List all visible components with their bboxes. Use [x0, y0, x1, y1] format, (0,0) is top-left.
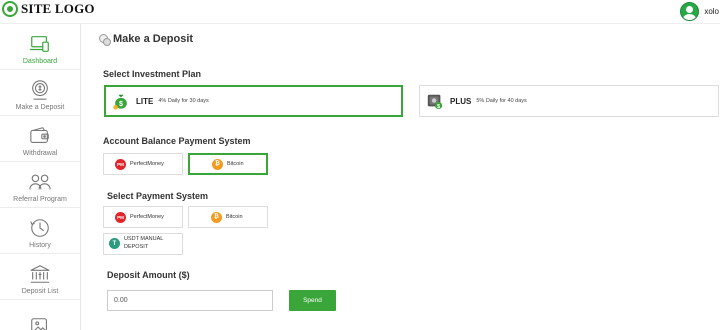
sidebar-item-referral-program[interactable]: Referral Program — [0, 162, 80, 208]
sidebar-item-dashboard[interactable]: Dashboard — [0, 24, 80, 70]
sidebar-item-withdrawal[interactable]: Withdrawal — [0, 116, 80, 162]
main-content: Make a Deposit Select Investment Plan $ … — [82, 24, 720, 330]
logo-mark-icon — [2, 1, 18, 17]
sidebar-item-label: Deposit List — [21, 288, 59, 295]
clock-icon — [29, 217, 51, 239]
sidebar-item-deposit-list[interactable]: Deposit List — [0, 254, 80, 300]
coins-icon — [99, 33, 111, 46]
logo-text: SITE LOGO — [21, 1, 95, 16]
svg-text:$: $ — [119, 99, 123, 108]
svg-text:$: $ — [437, 104, 440, 110]
sidebar-item-history[interactable]: History — [0, 208, 80, 254]
balance-option-bitcoin[interactable]: ₿ Bitcoin — [188, 153, 268, 175]
sidebar-item-label: Withdrawal — [22, 150, 58, 157]
user-menu[interactable]: xolo — [680, 0, 720, 22]
monitor-icon — [29, 33, 51, 55]
safe-icon: $ — [426, 92, 444, 110]
sidebar: Dashboard Make a Deposit Withdrawal Refe… — [0, 24, 81, 330]
top-bar: SITE LOGO xolo — [0, 0, 720, 24]
sidebar-item-label: Dashboard — [22, 58, 58, 65]
payment-option-perfectmoney[interactable]: PM PerfectMoney — [103, 206, 183, 228]
site-logo[interactable]: SITE LOGO — [2, 1, 95, 17]
perfectmoney-icon: PM — [115, 211, 126, 223]
balance-system-label: Account Balance Payment System — [103, 136, 251, 146]
sidebar-item-label: History — [29, 242, 51, 249]
deposit-amount-input[interactable] — [107, 290, 273, 311]
balance-option-perfectmoney[interactable]: PM PerfectMoney — [103, 153, 183, 175]
sidebar-item-label: Make a Deposit — [15, 104, 65, 111]
pay-option-label: PerfectMoney — [130, 214, 164, 220]
plan-name: LITE — [136, 96, 154, 106]
payment-option-usdt[interactable]: T USDT MANUAL DEPOSIT — [103, 233, 183, 255]
image-icon — [29, 316, 51, 330]
sidebar-item-more[interactable] — [0, 300, 80, 330]
page-title-text: Make a Deposit — [113, 33, 194, 45]
perfectmoney-icon: PM — [115, 158, 126, 170]
wallet-icon — [29, 125, 51, 147]
users-icon — [29, 171, 51, 193]
pay-option-label: Bitcoin — [226, 214, 243, 220]
plan-name: PLUS — [450, 96, 472, 106]
money-bag-icon: $ — [112, 92, 130, 110]
plan-desc: 4% Daily for 30 days — [158, 98, 209, 104]
plan-card-lite[interactable]: $ LITE 4% Daily for 30 days — [104, 85, 403, 117]
coin-icon — [29, 79, 51, 101]
pay-option-label: Bitcoin — [227, 161, 244, 167]
payment-option-bitcoin[interactable]: ₿ Bitcoin — [188, 206, 268, 228]
avatar[interactable] — [680, 1, 700, 21]
pay-option-label: USDT MANUAL DEPOSIT — [124, 236, 164, 250]
username[interactable]: xolo — [704, 7, 719, 16]
plan-desc: 5% Daily for 40 days — [476, 98, 527, 104]
page-title: Make a Deposit — [99, 33, 194, 46]
bank-icon — [29, 263, 51, 285]
tether-icon: T — [109, 238, 120, 249]
payment-system-label: Select Payment System — [107, 191, 209, 201]
sidebar-item-make-deposit[interactable]: Make a Deposit — [0, 70, 80, 116]
spend-button[interactable]: Spend — [289, 290, 336, 311]
deposit-amount-label: Deposit Amount ($) — [107, 270, 190, 280]
bitcoin-icon: ₿ — [212, 158, 223, 170]
investment-plan-label: Select Investment Plan — [103, 69, 202, 79]
pay-option-label: PerfectMoney — [130, 161, 164, 167]
plan-card-plus[interactable]: $ PLUS 5% Daily for 40 days — [419, 85, 719, 117]
bitcoin-icon: ₿ — [211, 211, 222, 223]
sidebar-item-label: Referral Program — [13, 196, 67, 203]
